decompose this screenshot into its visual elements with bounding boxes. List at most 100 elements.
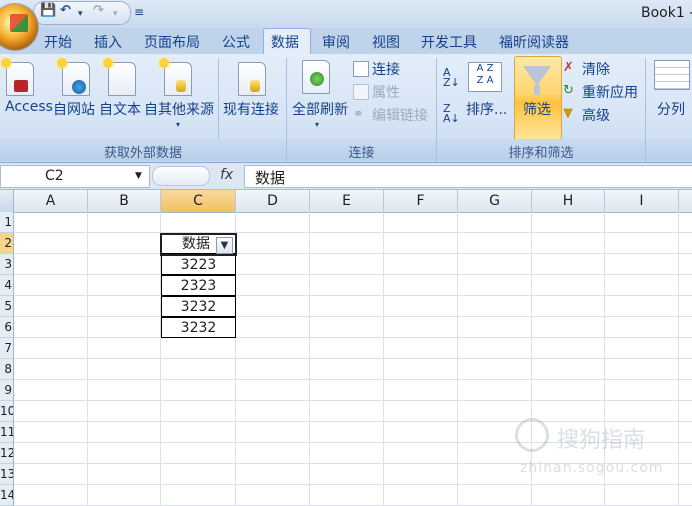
- cell-c3[interactable]: 3223: [161, 254, 236, 275]
- group-label-sort-filter: 排序和筛选: [508, 146, 574, 161]
- undo-icon[interactable]: ↶: [60, 4, 71, 18]
- tab-page-layout[interactable]: 页面布局: [144, 32, 200, 52]
- gridline: [14, 295, 692, 296]
- cell-c5[interactable]: 3232: [161, 296, 236, 317]
- from-text-button[interactable]: 自文本: [99, 99, 141, 119]
- globe-icon: [72, 80, 86, 94]
- text-file-icon: [108, 62, 136, 96]
- insert-function-button[interactable]: fx: [220, 167, 233, 183]
- connection-db-icon: [250, 80, 260, 92]
- advanced-button[interactable]: 高级: [582, 105, 610, 125]
- column-header-d[interactable]: D: [236, 190, 310, 212]
- watermark-site: zhinan.sogou.com: [520, 460, 664, 476]
- row-header[interactable]: 14: [0, 485, 13, 506]
- filter-funnel-icon: [523, 66, 551, 86]
- column-header-a[interactable]: A: [14, 190, 88, 212]
- tab-developer[interactable]: 开发工具: [421, 32, 477, 52]
- gridline: [14, 337, 692, 338]
- group-label-connections: 连接: [348, 146, 375, 161]
- sort-descending-icon[interactable]: Z A↓: [443, 103, 460, 124]
- from-web-button[interactable]: 自网站: [53, 99, 95, 119]
- name-box-value: C2: [45, 168, 64, 184]
- from-other-sources-button[interactable]: 自其他来源: [144, 99, 214, 119]
- gridline: [14, 400, 692, 401]
- gridline: [14, 379, 692, 380]
- clear-button[interactable]: 清除: [582, 59, 610, 79]
- other-star-icon: [159, 58, 169, 68]
- other-sources-dropdown-icon[interactable]: ▾: [176, 120, 180, 129]
- tab-review[interactable]: 审阅: [322, 32, 350, 52]
- autofilter-dropdown-icon[interactable]: ▼: [216, 237, 233, 254]
- advanced-filter-icon: ▼: [563, 106, 573, 121]
- select-all-button[interactable]: [0, 190, 14, 212]
- row-header[interactable]: 9: [0, 380, 13, 401]
- tab-formulas[interactable]: 公式: [222, 32, 250, 52]
- row-header[interactable]: 2: [0, 233, 13, 254]
- text-to-columns-button[interactable]: 分列: [657, 99, 685, 119]
- column-header-c[interactable]: C: [161, 190, 236, 212]
- formula-input[interactable]: [244, 165, 692, 188]
- column-header-g[interactable]: G: [458, 190, 532, 212]
- row-header[interactable]: 10: [0, 401, 13, 422]
- gridline: [87, 212, 88, 506]
- sort-button[interactable]: 排序...: [466, 99, 507, 119]
- tab-data[interactable]: 数据: [271, 32, 299, 52]
- name-box-dropdown-icon[interactable]: ▼: [135, 171, 142, 181]
- access-button[interactable]: Access: [5, 99, 53, 115]
- edit-links-icon: ⚭: [353, 107, 364, 122]
- gridline: [14, 358, 692, 359]
- row-header[interactable]: 5: [0, 296, 13, 317]
- column-header-e[interactable]: E: [310, 190, 384, 212]
- save-icon[interactable]: 💾: [40, 4, 56, 18]
- access-star-icon: [1, 58, 11, 68]
- reapply-icon: ↻: [563, 83, 574, 98]
- properties-button[interactable]: 属性: [372, 82, 400, 102]
- watermark: 搜狗指南 zhinan.sogou.com: [515, 418, 690, 478]
- reapply-button[interactable]: 重新应用: [582, 82, 638, 102]
- refresh-all-button[interactable]: 全部刷新: [292, 99, 348, 119]
- existing-connections-button[interactable]: 现有连接: [223, 99, 279, 119]
- formula-bar-splitter[interactable]: [152, 166, 210, 186]
- row-header[interactable]: 7: [0, 338, 13, 359]
- filter-funnel-stem-icon: [534, 85, 540, 95]
- group-label-external-data: 获取外部数据: [103, 146, 182, 161]
- row-header[interactable]: 8: [0, 359, 13, 380]
- refresh-dropdown-icon[interactable]: ▾: [315, 120, 319, 129]
- undo-dropdown-icon[interactable]: ▾: [78, 7, 83, 21]
- customize-qat-icon[interactable]: ≡: [134, 5, 144, 19]
- gridline: [457, 212, 458, 506]
- text-star-icon: [103, 58, 113, 68]
- gridline: [14, 274, 692, 275]
- row-header[interactable]: 12: [0, 443, 13, 464]
- name-box[interactable]: [0, 165, 150, 188]
- row-header[interactable]: 4: [0, 275, 13, 296]
- row-header[interactable]: 13: [0, 464, 13, 485]
- cell-c6[interactable]: 3232: [161, 317, 236, 338]
- connections-button[interactable]: 连接: [372, 59, 400, 79]
- connections-icon: [353, 61, 369, 77]
- row-header[interactable]: 1: [0, 212, 13, 233]
- gridline: [309, 212, 310, 506]
- gridline: [14, 253, 692, 254]
- column-header-f[interactable]: F: [384, 190, 458, 212]
- redo-icon[interactable]: ↷: [93, 4, 104, 18]
- gridline: [14, 316, 692, 317]
- tab-home[interactable]: 开始: [44, 32, 72, 52]
- properties-icon: [353, 84, 369, 100]
- tab-insert[interactable]: 插入: [94, 32, 122, 52]
- redo-dropdown-icon[interactable]: ▾: [113, 7, 118, 21]
- edit-links-button[interactable]: 编辑链接: [372, 105, 428, 125]
- column-header-h[interactable]: H: [532, 190, 605, 212]
- row-header[interactable]: 11: [0, 422, 13, 443]
- row-header[interactable]: 6: [0, 317, 13, 338]
- filter-button[interactable]: 筛选: [523, 99, 551, 119]
- column-header-i[interactable]: I: [605, 190, 679, 212]
- sort-ascending-icon[interactable]: A Z↓: [443, 67, 460, 88]
- text-to-columns-icon: [654, 60, 690, 90]
- cell-c4[interactable]: 2323: [161, 275, 236, 296]
- row-header[interactable]: 3: [0, 254, 13, 275]
- watermark-brand: 搜狗指南: [557, 428, 646, 453]
- tab-view[interactable]: 视图: [372, 32, 400, 52]
- column-header-b[interactable]: B: [88, 190, 161, 212]
- tab-foxit-reader[interactable]: 福昕阅读器: [499, 32, 569, 52]
